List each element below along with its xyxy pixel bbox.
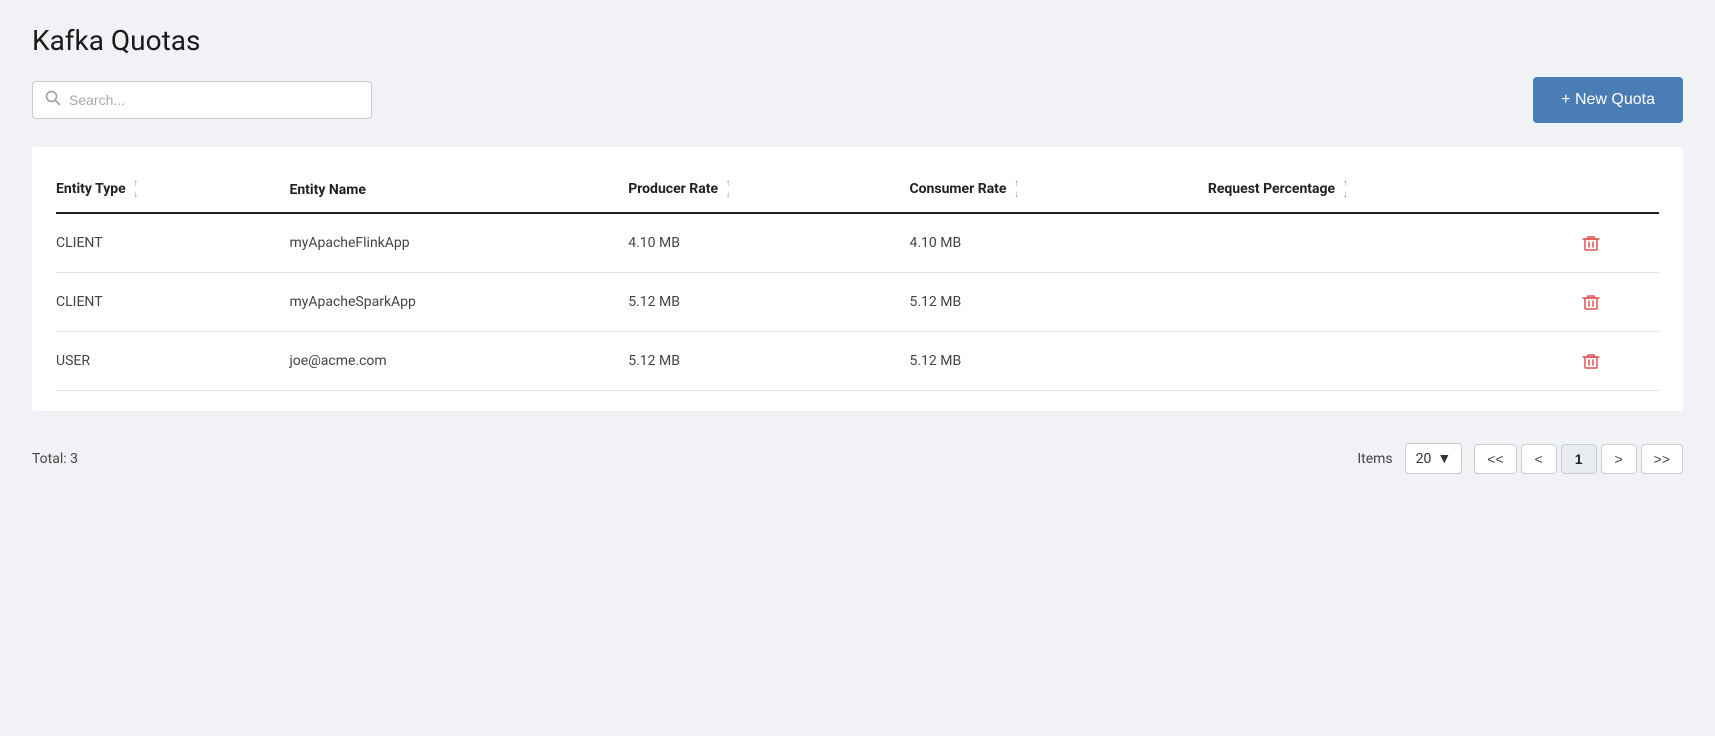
cell-consumer-rate-1: 5.12 MB xyxy=(909,273,1207,332)
new-quota-button[interactable]: + New Quota xyxy=(1533,77,1683,123)
cell-producer-rate-1: 5.12 MB xyxy=(628,273,909,332)
cell-request-pct-2 xyxy=(1208,332,1578,391)
delete-button-0[interactable] xyxy=(1578,230,1604,256)
col-actions xyxy=(1578,167,1659,213)
sort-icons-entity-type[interactable]: ↑↓ xyxy=(133,179,138,200)
search-input[interactable] xyxy=(69,92,359,108)
items-label: Items xyxy=(1357,451,1392,467)
search-icon xyxy=(45,90,61,110)
cell-entity-type-1: CLIENT xyxy=(56,273,289,332)
pagination-page-1-button[interactable]: 1 xyxy=(1561,444,1597,474)
cell-producer-rate-0: 4.10 MB xyxy=(628,213,909,273)
page-title: Kafka Quotas xyxy=(32,24,1683,57)
col-entity-name: Entity Name xyxy=(289,167,628,213)
col-producer-rate: Producer Rate ↑↓ xyxy=(628,167,909,213)
cell-entity-name-0: myApacheFlinkApp xyxy=(289,213,628,273)
sort-icons-producer-rate[interactable]: ↑↓ xyxy=(726,179,731,200)
items-per-page-select[interactable]: 20 ▼ xyxy=(1405,443,1463,474)
table-row: USER joe@acme.com 5.12 MB 5.12 MB xyxy=(56,332,1659,391)
cell-action-2 xyxy=(1578,332,1659,391)
table-row: CLIENT myApacheFlinkApp 4.10 MB 4.10 MB xyxy=(56,213,1659,273)
pagination-first-button[interactable]: << xyxy=(1474,444,1516,474)
delete-button-2[interactable] xyxy=(1578,348,1604,374)
cell-entity-name-1: myApacheSparkApp xyxy=(289,273,628,332)
pagination-next-button[interactable]: > xyxy=(1601,444,1637,474)
cell-entity-name-2: joe@acme.com xyxy=(289,332,628,391)
pagination: Items 20 ▼ << < 1 > >> xyxy=(1357,443,1683,474)
quotas-table: Entity Type ↑↓ Entity Name Producer Rate… xyxy=(56,167,1659,391)
search-box xyxy=(32,81,372,119)
quotas-table-container: Entity Type ↑↓ Entity Name Producer Rate… xyxy=(32,147,1683,411)
cell-entity-type-0: CLIENT xyxy=(56,213,289,273)
col-entity-type: Entity Type ↑↓ xyxy=(56,167,289,213)
cell-request-pct-1 xyxy=(1208,273,1578,332)
table-row: CLIENT myApacheSparkApp 5.12 MB 5.12 MB xyxy=(56,273,1659,332)
chevron-down-icon: ▼ xyxy=(1437,450,1451,467)
col-request-percentage: Request Percentage ↑↓ xyxy=(1208,167,1578,213)
table-header-row: Entity Type ↑↓ Entity Name Producer Rate… xyxy=(56,167,1659,213)
sort-icons-request-pct[interactable]: ↑↓ xyxy=(1343,179,1348,200)
table-footer: Total: 3 Items 20 ▼ << < 1 > >> xyxy=(32,435,1683,482)
sort-icons-consumer-rate[interactable]: ↑↓ xyxy=(1014,179,1019,200)
col-consumer-rate: Consumer Rate ↑↓ xyxy=(909,167,1207,213)
toolbar: + New Quota xyxy=(32,77,1683,123)
cell-action-1 xyxy=(1578,273,1659,332)
delete-button-1[interactable] xyxy=(1578,289,1604,315)
cell-entity-type-2: USER xyxy=(56,332,289,391)
cell-consumer-rate-0: 4.10 MB xyxy=(909,213,1207,273)
pagination-prev-button[interactable]: < xyxy=(1521,444,1557,474)
pagination-last-button[interactable]: >> xyxy=(1641,444,1683,474)
cell-producer-rate-2: 5.12 MB xyxy=(628,332,909,391)
cell-request-pct-0 xyxy=(1208,213,1578,273)
cell-action-0 xyxy=(1578,213,1659,273)
cell-consumer-rate-2: 5.12 MB xyxy=(909,332,1207,391)
total-count: Total: 3 xyxy=(32,451,78,467)
